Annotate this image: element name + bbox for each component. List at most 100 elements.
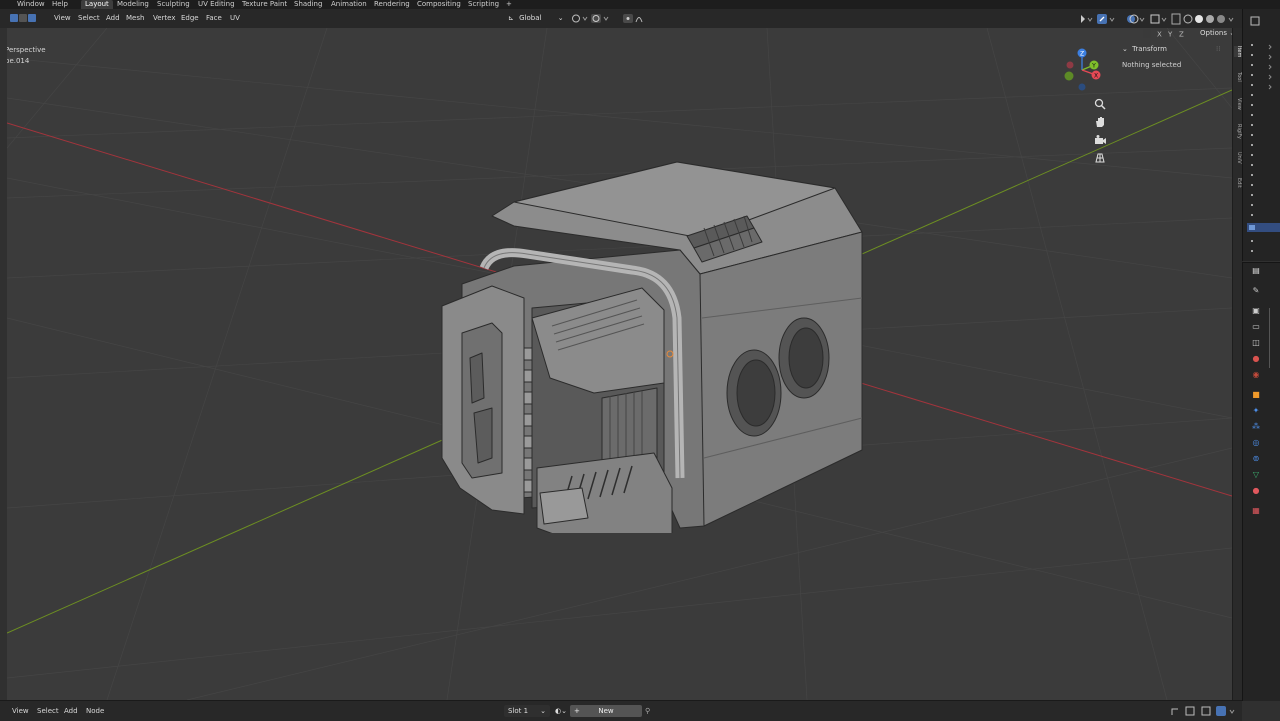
gizmo-neg-z-icon bbox=[1078, 83, 1086, 91]
outliner-panel[interactable] bbox=[1242, 9, 1280, 261]
help-menu[interactable]: Help bbox=[52, 0, 68, 9]
slot-label: Slot 1 bbox=[508, 707, 529, 715]
select-mode-buttons[interactable] bbox=[10, 14, 36, 22]
tab-tool[interactable]: Tool bbox=[1234, 72, 1242, 82]
options-label: Options bbox=[1200, 29, 1228, 37]
visibility-icon bbox=[1081, 15, 1085, 23]
tab-view[interactable]: View bbox=[1234, 98, 1242, 110]
object-name-label: be.014 bbox=[7, 57, 30, 65]
transform-orientation-dropdown[interactable]: ⊾ Global ⌄ bbox=[508, 13, 564, 24]
solid-shading-icon bbox=[1195, 15, 1203, 23]
output-properties-icon[interactable]: ▭ bbox=[1252, 323, 1260, 331]
workspace-tab-rendering[interactable]: Rendering bbox=[374, 0, 410, 9]
hand-pan-icon[interactable] bbox=[1093, 114, 1107, 128]
gizmo-x-label: X bbox=[1094, 73, 1098, 80]
particles-icon[interactable]: ⁂ bbox=[1252, 423, 1260, 431]
transform-section-header[interactable]: ⌄ Transform bbox=[1122, 45, 1167, 53]
rendered-shading-icon bbox=[1217, 15, 1225, 23]
drag-handle-icon[interactable]: ⁞⁞ bbox=[1216, 45, 1220, 53]
physics-icon[interactable]: ◎ bbox=[1252, 439, 1260, 447]
viewport-header: View Select Add Mesh Vertex Edge Face UV… bbox=[0, 9, 1242, 28]
uv-menu[interactable]: UV bbox=[230, 9, 240, 28]
mesh-data-icon[interactable]: ▽ bbox=[1252, 471, 1260, 479]
scene-properties-icon[interactable]: ● bbox=[1252, 355, 1260, 363]
grid-ortho-icon[interactable] bbox=[1093, 150, 1107, 164]
camera-icon[interactable] bbox=[1093, 132, 1107, 146]
tool-properties-icon[interactable]: ✎ bbox=[1252, 287, 1260, 295]
transform-section-title: Transform bbox=[1132, 45, 1167, 53]
tab-edit[interactable]: Edit bbox=[1234, 178, 1242, 188]
vertex-select-icon[interactable] bbox=[10, 14, 18, 22]
material-slot-dropdown[interactable]: Slot 1 ⌄ bbox=[504, 705, 550, 717]
tab-rigify[interactable]: RigiFy bbox=[1234, 124, 1242, 139]
workspace-tab-modeling[interactable]: Modeling bbox=[117, 0, 149, 9]
constraints-icon[interactable]: ⊚ bbox=[1252, 455, 1260, 463]
view-layer-icon[interactable]: ◫ bbox=[1252, 339, 1260, 347]
material-preview-icon bbox=[1206, 15, 1214, 23]
bottom-view-menu[interactable]: View bbox=[12, 701, 29, 721]
workspace-tab-scripting[interactable]: Scripting bbox=[468, 0, 499, 9]
properties-panel[interactable]: ▤ ✎ ▣ ▭ ◫ ● ◉ ■ ✦ ⁂ ◎ ⊚ ▽ ● ▦ bbox=[1242, 262, 1280, 701]
texture-icon[interactable]: ▦ bbox=[1252, 507, 1260, 515]
bottom-select-menu[interactable]: Select bbox=[37, 701, 59, 721]
backdrop-icon bbox=[1185, 706, 1195, 716]
new-material-button[interactable]: + New bbox=[570, 705, 642, 717]
edge-select-icon[interactable] bbox=[19, 14, 27, 22]
face-menu[interactable]: Face bbox=[206, 9, 222, 28]
options-dropdown[interactable]: Options ⌄ bbox=[1200, 29, 1235, 37]
wireframe-shading-icon bbox=[1171, 13, 1181, 25]
snapping-tools[interactable] bbox=[570, 13, 652, 24]
plus-icon: + bbox=[574, 707, 580, 715]
falloff-icon bbox=[635, 17, 643, 23]
bottom-node-menu[interactable]: Node bbox=[86, 701, 104, 721]
workspace-tab-animation[interactable]: Animation bbox=[331, 0, 367, 9]
workspace-tab-texture-paint[interactable]: Texture Paint bbox=[242, 0, 287, 9]
render-properties-icon[interactable]: ▣ bbox=[1252, 307, 1260, 315]
vertex-menu[interactable]: Vertex bbox=[153, 9, 176, 28]
world-properties-icon[interactable]: ◉ bbox=[1252, 371, 1260, 379]
workspace-tab-uv-editing[interactable]: UV Editing bbox=[198, 0, 235, 9]
header-right-tools[interactable] bbox=[1076, 13, 1242, 25]
edge-menu[interactable]: Edge bbox=[181, 9, 199, 28]
bottom-right-tools[interactable] bbox=[1170, 705, 1242, 717]
view-name-label: Perspective bbox=[7, 46, 46, 54]
chevron-down-icon: ⌄ bbox=[540, 707, 546, 715]
add-menu[interactable]: Add bbox=[106, 9, 120, 28]
material-browse-icon[interactable]: ◐⌄ bbox=[555, 705, 569, 717]
workspace-tab-compositing[interactable]: Compositing bbox=[417, 0, 461, 9]
tab-item[interactable]: Item bbox=[1234, 46, 1242, 58]
bottom-add-menu[interactable]: Add bbox=[64, 701, 78, 721]
filter-icon bbox=[1250, 16, 1260, 26]
overlay-toggle-icon bbox=[1216, 706, 1226, 716]
mesh-object-scifi-crate[interactable] bbox=[432, 158, 872, 533]
object-properties-icon[interactable]: ■ bbox=[1252, 391, 1260, 399]
outliner-rows bbox=[1247, 16, 1280, 252]
properties-editor-icon[interactable]: ▤ bbox=[1252, 267, 1260, 275]
new-button-label: New bbox=[598, 707, 614, 715]
select-menu[interactable]: Select bbox=[78, 9, 100, 28]
pin-icon[interactable]: ⚲ bbox=[645, 701, 650, 721]
tab-univ[interactable]: UniV bbox=[1234, 152, 1242, 164]
mesh-object-icon bbox=[1249, 225, 1255, 230]
chevron-down-icon bbox=[582, 16, 588, 21]
bottom-connector bbox=[539, 487, 589, 525]
workspace-tab-layout[interactable]: Layout bbox=[81, 0, 113, 9]
workspace-tab-shading[interactable]: Shading bbox=[294, 0, 322, 9]
mesh-menu[interactable]: Mesh bbox=[126, 9, 144, 28]
nothing-selected-label: Nothing selected bbox=[1122, 61, 1182, 69]
3d-viewport[interactable]: Perspective be.014 Z Y X bbox=[7, 28, 1232, 700]
add-workspace-button[interactable]: + bbox=[506, 0, 512, 9]
orientation-icon: ⊾ bbox=[508, 14, 514, 22]
zoom-icon[interactable] bbox=[1093, 96, 1107, 110]
gizmo-z-label: Z bbox=[1080, 51, 1084, 58]
face-select-icon[interactable] bbox=[28, 14, 36, 22]
material-icon[interactable]: ● bbox=[1252, 487, 1260, 495]
workspace-tab-sculpting[interactable]: Sculpting bbox=[157, 0, 190, 9]
navigation-gizmo[interactable]: Z Y X bbox=[1060, 46, 1105, 92]
properties-scrollbar[interactable] bbox=[1269, 308, 1278, 368]
axis-z-toggle: Z bbox=[1179, 31, 1184, 39]
view-menu[interactable]: View bbox=[54, 9, 71, 28]
chevron-down-icon bbox=[603, 16, 609, 21]
modifier-wrench-icon[interactable]: ✦ bbox=[1252, 407, 1260, 415]
window-menu[interactable]: Window bbox=[17, 0, 45, 9]
